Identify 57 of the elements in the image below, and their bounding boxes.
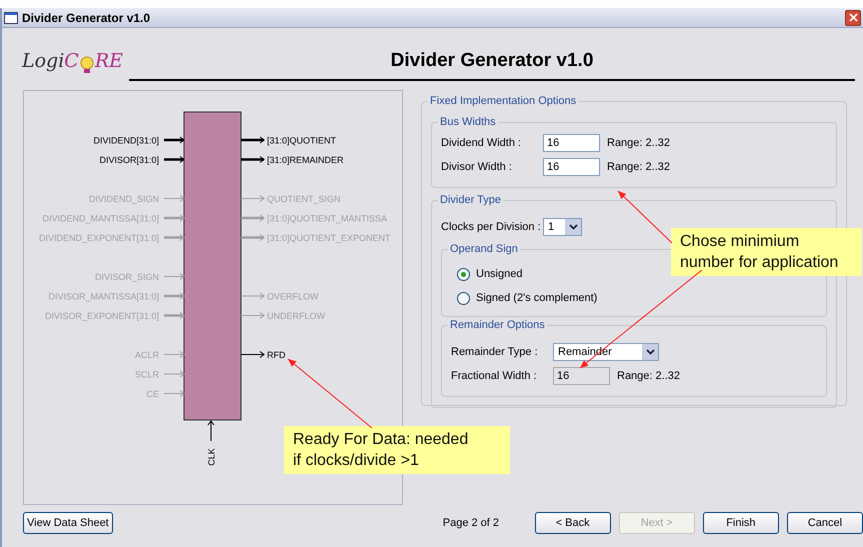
radio-label: Signed (2's complement) xyxy=(476,290,598,306)
pin-label: OVERFLOW xyxy=(267,292,319,302)
pin-label: [31:0]REMAINDER xyxy=(267,155,344,165)
pin-label: [31:0]QUOTIENT_MANTISSA xyxy=(267,214,388,224)
group-title: Operand Sign xyxy=(448,243,520,255)
pin-label: UNDERFLOW xyxy=(267,311,325,321)
field-label: Divisor Width : xyxy=(441,160,513,175)
field-label: Remainder Type : xyxy=(451,344,539,360)
field-label: Dividend Width : xyxy=(441,136,522,151)
pin-label: DIVIDEND_EXPONENT[31:0] xyxy=(38,233,159,243)
pin-label: DIVIDEND_SIGN xyxy=(88,194,159,204)
logo-text: RE xyxy=(94,48,124,74)
wizard-button[interactable]: < Back xyxy=(534,512,611,534)
window-icon xyxy=(4,12,18,24)
close-icon xyxy=(848,13,858,22)
group-title: Divider Type xyxy=(438,194,503,206)
pin-label: CLK xyxy=(206,448,216,466)
dropdown[interactable]: 1 xyxy=(543,218,582,236)
logo-text: C xyxy=(64,48,79,74)
dropdown-value: 1 xyxy=(547,220,556,235)
wizard-button[interactable]: Cancel xyxy=(786,512,863,534)
radio-label: Unsigned xyxy=(476,266,522,282)
pin-label: QUOTIENT_SIGN xyxy=(267,194,341,204)
pointer-arrow xyxy=(618,190,672,244)
callout-note: Chose minimium number for application xyxy=(671,228,862,276)
callout-note: Ready For Data: needed if clocks/divide >1 xyxy=(284,426,510,474)
group-title: Bus Widths xyxy=(438,116,498,128)
pin-label: DIVIDEND[31:0] xyxy=(93,136,159,146)
pin-label: ACLR xyxy=(134,350,159,360)
wizard-button[interactable]: Finish xyxy=(702,512,779,534)
view-datasheet-button[interactable]: View Data Sheet xyxy=(23,512,113,534)
pin-label: DIVISOR_EXPONENT[31:0] xyxy=(44,311,159,321)
field-label: Fractional Width : xyxy=(451,368,538,384)
range-text: Range: 2..32 xyxy=(607,136,670,151)
pin-label: [31:0]QUOTIENT xyxy=(267,136,336,146)
pin-label: SCLR xyxy=(134,370,159,380)
field-label: Clocks per Division : xyxy=(441,220,542,235)
radio-button[interactable] xyxy=(457,292,470,304)
radio-button[interactable] xyxy=(457,268,470,280)
window-title: Divider Generator v1.0 xyxy=(22,10,150,26)
pin-label: DIVISOR_SIGN xyxy=(94,272,159,282)
pin-label: DIVISOR[31:0] xyxy=(99,155,159,165)
pin-label: DIVIDEND_MANTISSA[31:0] xyxy=(42,214,159,224)
pin-label: CE xyxy=(146,389,159,399)
dialog-title: Divider Generator v1.0 xyxy=(129,46,855,81)
page-indicator: Page 2 of 2 xyxy=(442,516,500,531)
pin-label: [31:0]QUOTIENT_EXPONENT xyxy=(267,233,391,243)
logo-text: Logi xyxy=(22,48,64,74)
group-title: Fixed Implementation Options xyxy=(428,95,578,107)
range-text: Range: 2..32 xyxy=(607,160,670,175)
input-field[interactable]: 16 xyxy=(543,158,600,176)
pin-label: DIVISOR_MANTISSA[31:0] xyxy=(48,292,159,302)
group-title: Remainder Options xyxy=(448,319,547,331)
range-text: Range: 2..32 xyxy=(617,368,680,384)
pin-label: RFD xyxy=(267,350,286,360)
close-button[interactable] xyxy=(845,10,861,26)
input-field[interactable]: 16 xyxy=(543,134,600,152)
